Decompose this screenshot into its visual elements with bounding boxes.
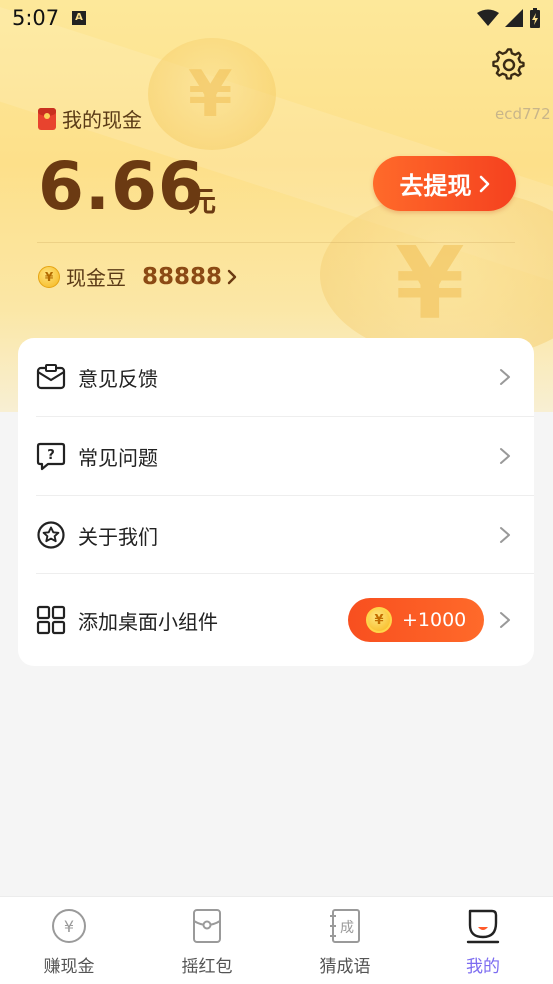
status-bar: 5:07 A bbox=[0, 0, 553, 36]
withdraw-label: 去提现 bbox=[399, 172, 472, 200]
widget-reward-badge[interactable]: ¥ +1000 bbox=[348, 598, 484, 642]
menu-item-add-widget[interactable]: 添加桌面小组件 ¥ +1000 bbox=[18, 581, 534, 659]
menu-label: 添加桌面小组件 bbox=[78, 609, 218, 634]
chevron-right-icon bbox=[479, 175, 489, 192]
nav-label: 赚现金 bbox=[43, 957, 95, 977]
feedback-mail-icon bbox=[36, 364, 66, 390]
cash-unit: 元 bbox=[188, 185, 217, 218]
red-packet-icon bbox=[38, 107, 56, 130]
menu-divider bbox=[36, 573, 534, 574]
status-icons bbox=[477, 8, 541, 28]
faq-question-icon: ? bbox=[36, 442, 66, 471]
nav-tab-shake-packet[interactable]: 摇红包 bbox=[138, 897, 276, 984]
notification-a-icon: A bbox=[72, 11, 86, 25]
menu-label: 常见问题 bbox=[78, 445, 158, 470]
withdraw-button[interactable]: 去提现 bbox=[373, 156, 516, 211]
widget-grid-icon bbox=[36, 605, 66, 635]
profile-icon bbox=[466, 909, 500, 944]
reward-coin-icon: ¥ bbox=[366, 607, 392, 633]
decor-yen-small: ¥ bbox=[188, 58, 233, 132]
cash-amount: 6.66 bbox=[38, 148, 205, 225]
svg-text:成: 成 bbox=[340, 920, 354, 936]
idiom-book-icon: 成 bbox=[330, 909, 360, 943]
yen-coin-icon: ¥ bbox=[52, 909, 86, 943]
header-divider bbox=[37, 242, 515, 243]
nav-tab-guess-idiom[interactable]: 成 猜成语 bbox=[276, 897, 414, 984]
chevron-right-icon bbox=[500, 527, 510, 543]
svg-text:¥: ¥ bbox=[64, 917, 74, 936]
wallet-label: 我的现金 bbox=[62, 108, 142, 132]
about-star-icon bbox=[37, 521, 65, 549]
red-packet-icon bbox=[193, 909, 221, 943]
chevron-right-icon bbox=[227, 269, 237, 284]
settings-gear-icon[interactable] bbox=[492, 48, 526, 82]
nav-label: 猜成语 bbox=[319, 957, 371, 977]
user-id: ecd772 bbox=[495, 105, 551, 123]
wifi-icon bbox=[477, 9, 499, 26]
menu-item-faq[interactable]: ? 常见问题 bbox=[18, 417, 534, 495]
reward-amount: +1000 bbox=[402, 609, 467, 631]
nav-label: 我的 bbox=[466, 957, 500, 977]
nav-label: 摇红包 bbox=[181, 957, 233, 977]
battery-charging-icon bbox=[530, 8, 540, 28]
menu-item-about[interactable]: 关于我们 bbox=[18, 496, 534, 574]
menu-item-feedback[interactable]: 意见反馈 bbox=[18, 338, 534, 416]
bottom-navigation: ¥ 赚现金 摇红包 成 猜成语 我的 bbox=[0, 896, 553, 984]
status-time: 5:07 bbox=[12, 6, 60, 30]
cash-beans-value: 88888 bbox=[142, 263, 223, 290]
nav-tab-earn-cash[interactable]: ¥ 赚现金 bbox=[0, 897, 138, 984]
cash-beans-label: 现金豆 bbox=[66, 266, 126, 290]
menu-label: 关于我们 bbox=[78, 524, 158, 549]
chevron-right-icon bbox=[500, 369, 510, 385]
chevron-right-icon bbox=[500, 448, 510, 464]
chevron-right-icon bbox=[500, 612, 510, 628]
svg-text:?: ? bbox=[47, 448, 55, 463]
cash-bean-coin-icon: ¥ bbox=[38, 265, 60, 288]
nav-tab-profile[interactable]: 我的 bbox=[414, 897, 552, 984]
wallet-header: 我的现金 bbox=[38, 104, 142, 133]
cash-beans-link[interactable]: ¥ 现金豆 88888 bbox=[38, 262, 238, 291]
menu-card: 意见反馈 ? 常见问题 关于我们 添加桌面小组件 ¥ +1000 bbox=[18, 338, 534, 666]
signal-icon bbox=[505, 9, 523, 27]
menu-label: 意见反馈 bbox=[78, 366, 158, 391]
